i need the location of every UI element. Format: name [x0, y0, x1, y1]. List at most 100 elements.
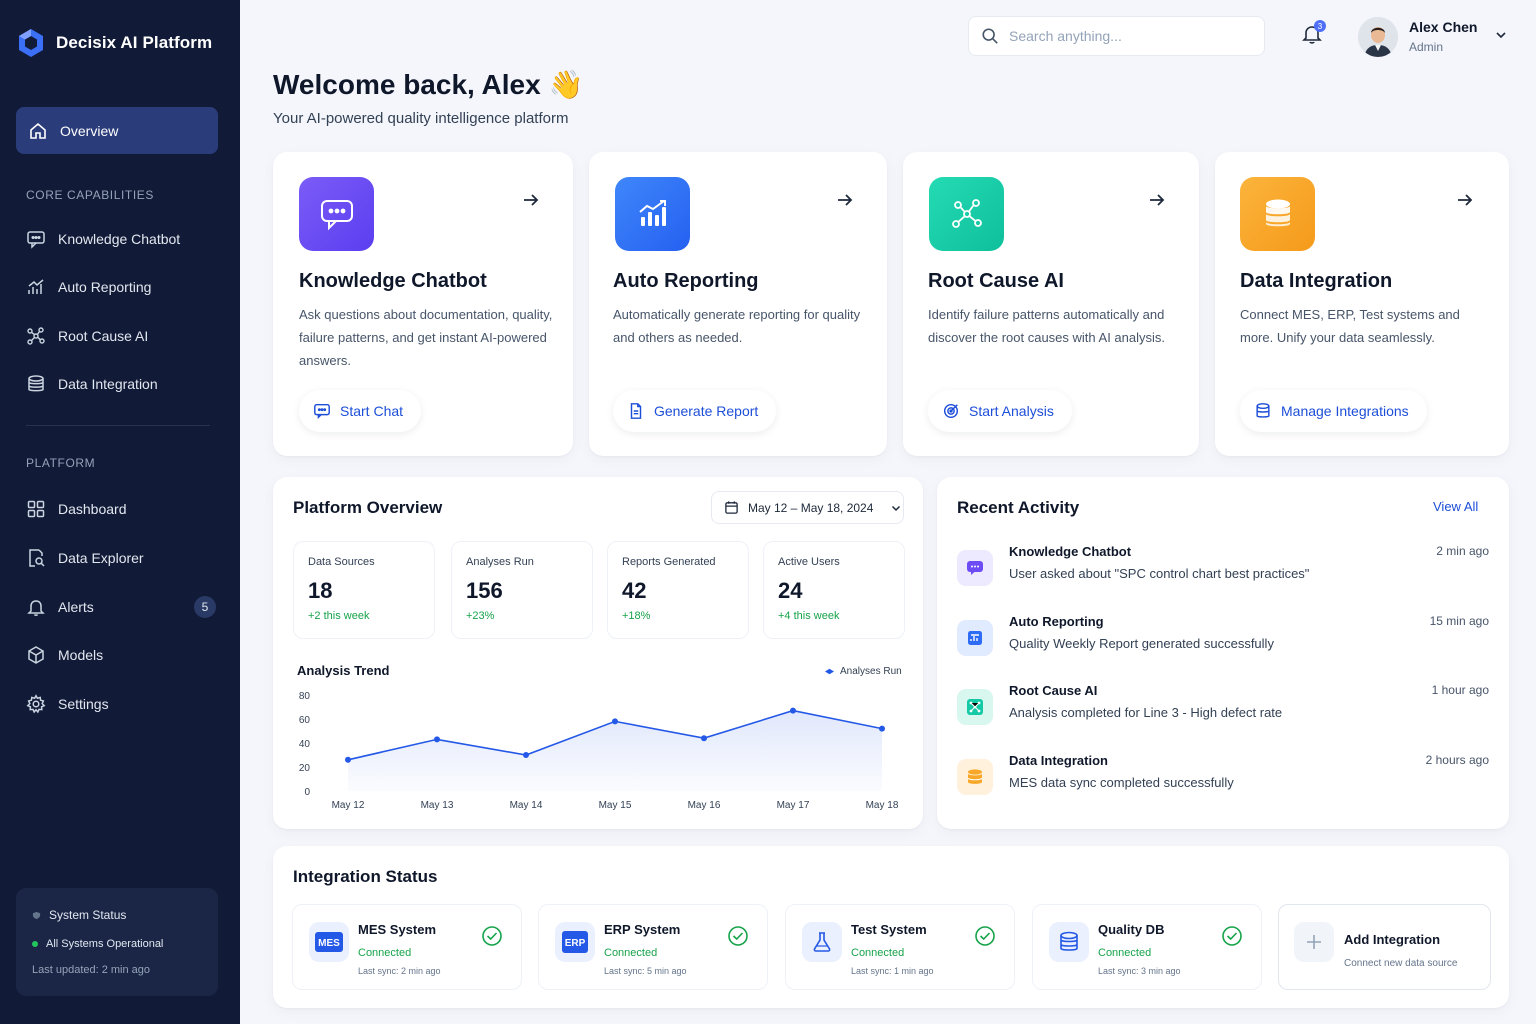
data-point	[523, 752, 529, 758]
home-icon	[30, 122, 46, 139]
page-title: Welcome back, Alex 👋	[273, 69, 584, 100]
brand[interactable]: Decisix AI Platform	[16, 28, 212, 58]
network-nodes-icon	[929, 177, 1004, 251]
stat-label: Active Users	[778, 556, 840, 568]
analysis-trend-title: Analysis Trend	[297, 663, 390, 678]
shield-icon	[32, 911, 41, 919]
stat-label: Reports Generated	[622, 556, 716, 568]
y-tick-label: 60	[299, 715, 311, 726]
data-point	[790, 707, 796, 714]
date-range-picker[interactable]: May 12 – May 18, 2024	[711, 491, 904, 524]
manage-integrations-button[interactable]: Manage Integrations	[1240, 390, 1427, 432]
sidebar-item-label: Dashboard	[58, 501, 127, 517]
sidebar-item-auto-reporting[interactable]: Auto Reporting	[26, 267, 216, 307]
add-integration-description: Connect new data source	[1344, 958, 1458, 969]
integration-card-mes[interactable]: MES MES System Connected Last sync: 2 mi…	[292, 904, 522, 990]
activity-item[interactable]: Root Cause AI Analysis completed for Lin…	[957, 683, 1489, 733]
integration-last-sync: Last sync: 3 min ago	[1098, 966, 1181, 976]
legend-label: Analyses Run	[840, 666, 902, 677]
user-name: Alex Chen	[1409, 19, 1478, 35]
system-status-card: System Status All Systems Operational La…	[16, 888, 218, 996]
chat-bubble-icon	[314, 403, 330, 420]
sidebar-divider	[26, 425, 210, 426]
capability-card-auto-reporting[interactable]: Auto Reporting Automatically generate re…	[589, 152, 887, 456]
x-tick-label: May 16	[688, 800, 721, 811]
x-tick-label: May 14	[510, 800, 543, 811]
generate-report-button[interactable]: Generate Report	[613, 390, 777, 432]
arrow-right-icon[interactable]	[521, 190, 541, 210]
sidebar-item-label: Alerts	[58, 599, 94, 615]
sidebar-item-dashboard[interactable]: Dashboard	[26, 489, 216, 529]
sidebar-item-models[interactable]: Models	[26, 635, 216, 675]
decisix-logo-icon	[19, 29, 43, 57]
chat-bubble-icon	[27, 231, 45, 249]
sidebar-item-data-integration[interactable]: Data Integration	[26, 364, 216, 404]
search-input[interactable]	[1009, 28, 1249, 44]
sidebar-item-label: Root Cause AI	[58, 328, 149, 344]
document-search-icon	[29, 549, 45, 567]
check-circle-icon	[975, 926, 995, 946]
activity-item[interactable]: Knowledge Chatbot User asked about "SPC …	[957, 544, 1489, 594]
sidebar-item-alerts[interactable]: Alerts 5	[26, 587, 216, 627]
sidebar-item-label: Data Integration	[58, 376, 158, 392]
add-integration-button[interactable]: Add Integration Connect new data source	[1278, 904, 1491, 990]
integration-status-panel: Integration Status MES MES System Connec…	[273, 846, 1509, 1008]
activity-item[interactable]: Data Integration MES data sync completed…	[957, 753, 1489, 803]
start-analysis-button[interactable]: Start Analysis	[928, 390, 1072, 432]
sidebar-item-knowledge-chatbot[interactable]: Knowledge Chatbot	[26, 219, 216, 259]
x-tick-label: May 15	[599, 800, 632, 811]
integration-badge-text: MES	[318, 938, 340, 949]
system-status-text: All Systems Operational	[46, 938, 164, 950]
sidebar-item-root-cause-ai[interactable]: Root Cause AI	[26, 316, 216, 356]
avatar[interactable]	[1358, 17, 1398, 57]
arrow-right-icon[interactable]	[1147, 190, 1167, 210]
check-circle-icon	[1222, 926, 1242, 946]
start-chat-button[interactable]: Start Chat	[299, 390, 422, 432]
button-label: Manage Integrations	[1281, 403, 1409, 419]
stat-card-data-sources: Data Sources 18 +2 this week	[293, 541, 435, 639]
chevron-down-icon[interactable]	[1494, 28, 1508, 42]
status-dot-icon	[32, 941, 38, 947]
recent-activity-title: Recent Activity	[957, 498, 1080, 517]
capability-card-data-integration[interactable]: Data Integration Connect MES, ERP, Test …	[1215, 152, 1509, 456]
sidebar-item-data-explorer[interactable]: Data Explorer	[26, 538, 216, 578]
capability-card-root-cause-ai[interactable]: Root Cause AI Identify failure patterns …	[903, 152, 1199, 456]
user-avatar-icon	[1358, 17, 1398, 57]
stat-value: 42	[622, 578, 647, 603]
integration-card-erp[interactable]: ERP ERP System Connected Last sync: 5 mi…	[538, 904, 768, 990]
erp-badge-icon: ERP	[555, 922, 595, 962]
data-point	[879, 725, 885, 732]
view-all-link[interactable]: View All	[1433, 499, 1478, 514]
integration-name: MES System	[358, 922, 437, 937]
capability-card-knowledge-chatbot[interactable]: Knowledge Chatbot Ask questions about do…	[273, 152, 573, 456]
chat-bubble-icon	[299, 177, 374, 251]
sidebar-item-overview[interactable]: Overview	[16, 107, 218, 154]
system-status-title: System Status	[49, 908, 127, 922]
network-nodes-icon	[27, 327, 45, 345]
chevron-down-icon	[892, 505, 901, 511]
document-icon	[630, 403, 642, 419]
integration-card-quality-db[interactable]: Quality DB Connected Last sync: 3 min ag…	[1032, 904, 1262, 990]
brand-name: Decisix AI Platform	[56, 33, 213, 52]
data-point	[612, 718, 618, 725]
y-tick-label: 40	[299, 739, 311, 750]
activity-item[interactable]: Auto Reporting Quality Weekly Report gen…	[957, 614, 1489, 664]
stat-card-analyses-run: Analyses Run 156 +23%	[451, 541, 593, 639]
sidebar-item-settings[interactable]: Settings	[26, 684, 216, 724]
add-integration-title: Add Integration	[1344, 932, 1441, 947]
core-capabilities-heading: CORE CAPABILITIES	[26, 188, 155, 202]
database-icon	[28, 375, 44, 392]
integration-last-sync: Last sync: 2 min ago	[358, 966, 441, 976]
stat-value: 24	[778, 578, 803, 603]
arrow-right-icon[interactable]	[835, 190, 855, 210]
activity-description: User asked about "SPC control chart best…	[1009, 566, 1310, 581]
search-bar[interactable]	[968, 16, 1265, 56]
activity-title: Auto Reporting	[1009, 614, 1104, 629]
integration-card-test-system[interactable]: Test System Connected Last sync: 1 min a…	[785, 904, 1015, 990]
platform-heading: PLATFORM	[26, 456, 96, 470]
activity-title: Data Integration	[1009, 753, 1108, 768]
arrow-right-icon[interactable]	[1455, 190, 1475, 210]
check-circle-icon	[482, 926, 502, 946]
button-label: Start Chat	[340, 403, 404, 419]
capability-title: Knowledge Chatbot	[299, 270, 487, 292]
